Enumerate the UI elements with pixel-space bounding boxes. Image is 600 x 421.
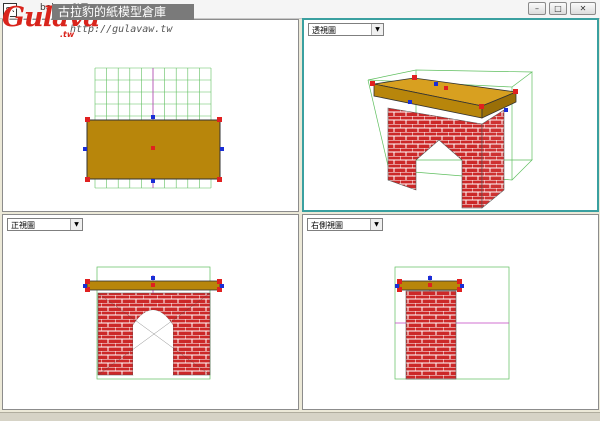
handle[interactable]: [217, 117, 222, 122]
viewport-front[interactable]: 正視圖 ▼: [2, 214, 299, 410]
arch-opening: [133, 310, 173, 375]
watermark-url: http://gulavaw.tw: [70, 24, 173, 35]
handle[interactable]: [85, 177, 90, 182]
handle[interactable]: [151, 179, 155, 183]
handle[interactable]: [220, 147, 224, 151]
side-view-canvas[interactable]: [303, 215, 598, 409]
minimize-button[interactable]: –: [528, 2, 546, 15]
watermark: Gulava .tw 古拉豹的紙模型倉庫 http://gulavaw.tw: [0, 0, 196, 44]
perspective-canvas[interactable]: [304, 20, 597, 210]
top-view-canvas[interactable]: [3, 20, 298, 211]
handle[interactable]: [85, 117, 90, 122]
close-button[interactable]: ✕: [570, 2, 596, 15]
viewport-top[interactable]: [2, 19, 299, 212]
viewport-side[interactable]: 右側視圖 ▼: [302, 214, 599, 410]
handle[interactable]: [151, 115, 155, 119]
watermark-banner: 古拉豹的紙模型倉庫: [52, 4, 194, 20]
handle[interactable]: [83, 147, 87, 151]
handle[interactable]: [151, 146, 155, 150]
maximize-button[interactable]: □: [549, 2, 567, 15]
handle[interactable]: [217, 177, 222, 182]
viewport-perspective[interactable]: 透視圖 ▼: [302, 18, 599, 212]
brick-pillar-side[interactable]: [405, 290, 457, 380]
brick-arch-model[interactable]: [373, 77, 518, 209]
window-controls: – □ ✕: [528, 2, 596, 15]
front-view-canvas[interactable]: [3, 215, 298, 409]
